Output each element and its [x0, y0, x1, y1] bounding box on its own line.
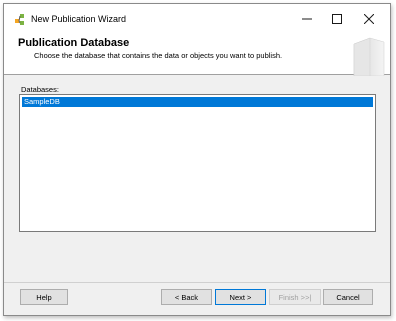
databases-label: Databases: [21, 85, 59, 94]
footer-divider [4, 282, 390, 283]
maximize-button[interactable] [322, 4, 352, 34]
finish-button[interactable]: Finish >>| [269, 289, 321, 305]
close-button[interactable] [354, 4, 384, 34]
title-bar[interactable]: New Publication Wizard [4, 4, 390, 34]
wizard-window: New Publication Wizard Publication Datab… [3, 3, 391, 316]
window-title: New Publication Wizard [31, 14, 127, 24]
close-icon [364, 14, 374, 24]
page-title: Publication Database [18, 37, 130, 49]
next-button[interactable]: Next > [215, 289, 266, 305]
help-button[interactable]: Help [20, 289, 68, 305]
databases-list[interactable]: SampleDB [19, 94, 376, 232]
wizard-header: Publication Database Choose the database… [4, 34, 390, 76]
minimize-button[interactable] [292, 4, 322, 34]
maximize-icon [332, 14, 342, 24]
list-item[interactable]: SampleDB [22, 97, 373, 107]
cancel-button[interactable]: Cancel [323, 289, 373, 305]
page-subtitle: Choose the database that contains the da… [34, 51, 283, 60]
server-graphic [353, 37, 385, 76]
back-button[interactable]: < Back [161, 289, 212, 305]
minimize-icon [302, 18, 312, 20]
wizard-app-icon [14, 13, 28, 27]
